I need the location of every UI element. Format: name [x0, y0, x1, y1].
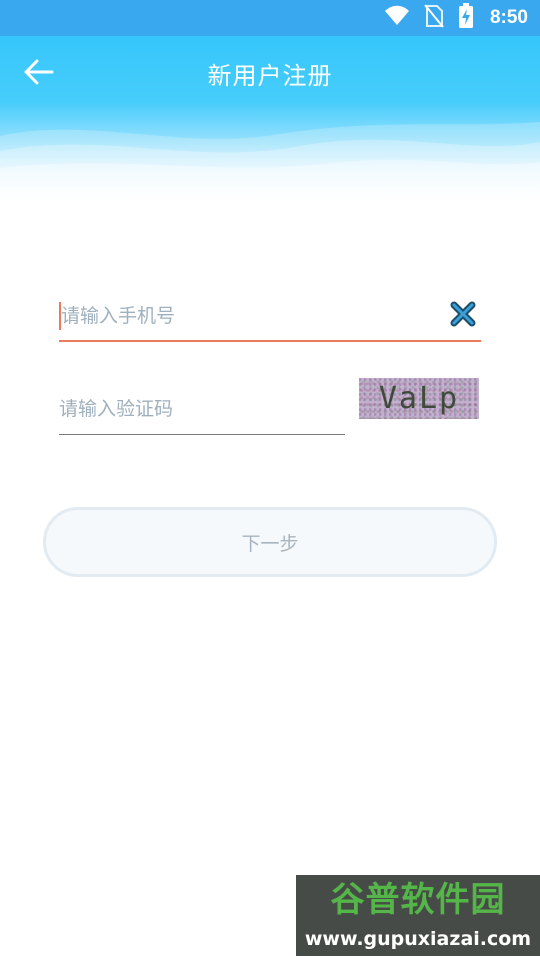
battery-charging-icon: [458, 3, 474, 33]
status-icons: 8:50: [384, 0, 528, 36]
header: 新用户注册: [0, 36, 540, 200]
watermark-url: www.gupuxiazai.com: [304, 928, 532, 950]
phone-input[interactable]: [59, 292, 483, 340]
clear-x-icon[interactable]: [449, 300, 477, 328]
wifi-icon: [384, 5, 410, 31]
code-input[interactable]: [59, 385, 345, 433]
page-title: 新用户注册: [207, 62, 333, 90]
no-sim-icon: [424, 4, 444, 32]
next-button[interactable]: 下一步: [43, 507, 497, 577]
header-wave-decoration: [0, 122, 540, 200]
watermark-logo: 谷普软件园 www.gupuxiazai.com: [296, 875, 540, 956]
captcha-text: VaLp: [378, 381, 460, 416]
status-time: 8:50: [489, 7, 528, 28]
phone-field[interactable]: [59, 292, 483, 342]
code-field[interactable]: [59, 385, 345, 435]
watermark-title: 谷普软件园: [330, 880, 506, 920]
captcha-image[interactable]: VaLp: [359, 378, 479, 419]
status-bar: 8:50: [0, 0, 540, 36]
